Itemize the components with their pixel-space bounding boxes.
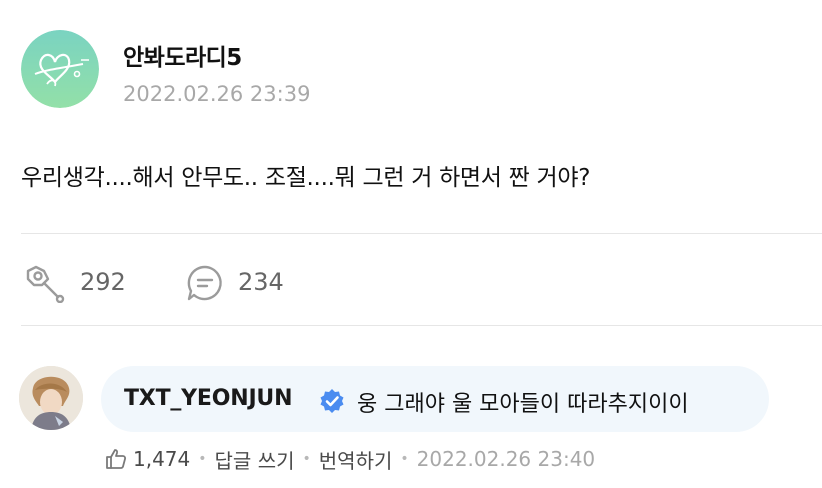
separator-dot: •: [400, 451, 409, 467]
verified-badge-icon: [319, 388, 345, 414]
divider: [21, 325, 822, 326]
comment-bubble-icon[interactable]: [186, 264, 224, 306]
separator-dot: •: [302, 451, 311, 467]
commenter-avatar[interactable]: [19, 366, 83, 430]
divider: [21, 233, 822, 234]
lightstick-icon[interactable]: [22, 263, 68, 307]
separator-dot: •: [198, 451, 207, 467]
comment-count: 234: [238, 268, 284, 296]
comment-actions: 1,474 • 답글 쓰기 • 번역하기 • 2022.02.26 23:40: [104, 445, 595, 473]
author-avatar[interactable]: [21, 30, 99, 108]
thumbs-up-icon[interactable]: [104, 447, 128, 471]
like-button[interactable]: 1,474: [104, 447, 190, 471]
commenter-name[interactable]: TXT_YEONJUN: [124, 386, 293, 411]
like-count: 1,474: [133, 447, 191, 471]
cheer-count: 292: [80, 268, 126, 296]
author-name[interactable]: 안봐도라디5: [123, 38, 242, 72]
post-body: 우리생각....해서 안무도.. 조절....뭐 그런 거 하면서 짠 거야?: [21, 165, 591, 191]
translate-button[interactable]: 번역하기: [319, 445, 393, 474]
post-timestamp: 2022.02.26 23:39: [123, 82, 311, 106]
comment-timestamp: 2022.02.26 23:40: [416, 447, 596, 471]
comment-text: 웅 그래야 울 모아들이 따라추지이이: [357, 392, 689, 417]
reply-button[interactable]: 답글 쓰기: [215, 445, 295, 474]
